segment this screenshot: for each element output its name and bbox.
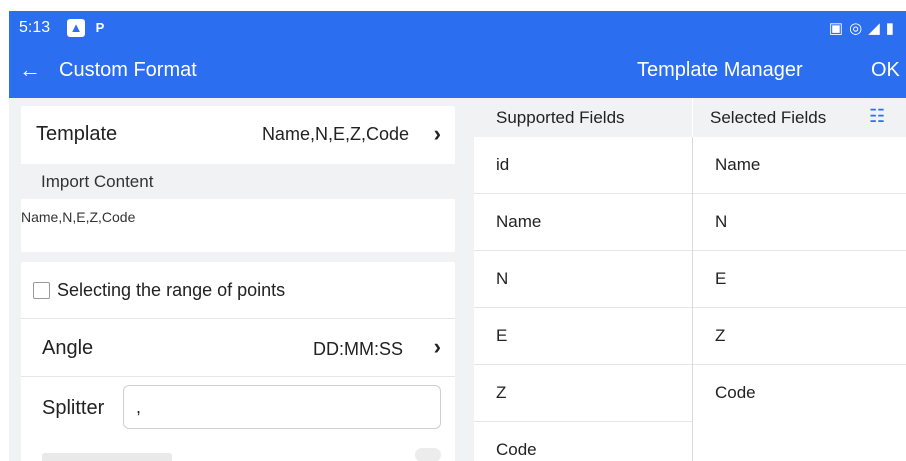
selected-field-label: Name [715,155,761,174]
splitter-input[interactable] [123,385,441,429]
gallery-icon: ▲ [67,19,85,37]
template-value: Name,N,E,Z,Code [261,124,409,144]
selected-field-item[interactable]: Z [693,308,906,365]
supported-field-item[interactable]: E [474,308,692,365]
list-settings-icon[interactable]: ☷ [869,106,885,127]
supported-field-label: Z [496,383,507,402]
chevron-right-icon: › [433,121,441,146]
selected-field-label: Code [715,383,756,402]
supported-field-label: N [496,269,509,288]
supported-field-item[interactable]: Name [474,194,692,251]
splitter-label: Splitter [42,397,105,419]
supported-field-label: id [496,155,510,174]
options-card: Selecting the range of points Angle DD:M… [21,262,455,461]
supported-fields-header: Supported Fields [474,98,692,137]
hotspot-icon: ◎ [849,20,869,37]
template-card: Template Name,N,E,Z,Code › Import Conten… [21,106,455,252]
template-manager-button[interactable]: Template Manager [637,59,803,82]
selected-field-item[interactable]: Code [693,365,906,422]
supported-field-label: Name [496,212,542,231]
angle-value: DD:MM:SS [313,339,403,359]
app-bar: ← Custom Format Template Manager OK [9,45,906,98]
supported-fields-title: Supported Fields [496,108,625,127]
battery-icon: ▮ [885,20,900,37]
import-content-label: Import Content [41,172,154,191]
p-badge-icon: P [95,20,105,35]
back-arrow-icon[interactable]: ← [19,59,41,81]
status-time: 5:13 [19,19,51,36]
selected-field-item[interactable]: N [693,194,906,251]
import-content-header: Import Content [21,164,455,199]
supported-field-item[interactable]: id [474,137,692,194]
chevron-right-icon: › [433,334,441,359]
faded-label [42,453,172,461]
selected-field-item[interactable]: Name [693,137,906,194]
supported-field-item[interactable]: Z [474,365,692,422]
status-right-icons: ▣◎◢▮ [829,19,900,37]
angle-row[interactable]: Angle DD:MM:SS › [21,319,455,377]
faded-toggle-icon [415,448,441,461]
page-title: Custom Format [59,59,197,81]
import-content-value: Name,N,E,Z,Code [21,209,136,225]
cast-icon: ▣ [828,20,850,37]
supported-field-item[interactable]: N [474,251,692,308]
range-checkbox-row[interactable]: Selecting the range of points [21,262,455,319]
settings-panel: Template Name,N,E,Z,Code › Import Conten… [9,98,474,461]
selected-fields-title: Selected Fields [710,108,827,127]
selected-field-label: E [715,269,727,288]
angle-label: Angle [42,337,94,359]
ok-button[interactable]: OK [871,59,900,82]
status-bar: 5:13 ▲ P ▣◎◢▮ [9,11,906,45]
signal-icon: ◢ [868,20,886,37]
selected-field-label: Z [715,326,726,345]
fields-panel: Supported Fields Selected Fields ☷ id Na… [474,98,906,461]
range-checkbox[interactable] [33,282,50,299]
supported-field-label: Code [496,440,537,459]
partially-visible-row [21,440,455,461]
range-checkbox-label: Selecting the range of points [57,280,286,300]
app-frame: 5:13 ▲ P ▣◎◢▮ ← Custom Format Template M… [9,11,906,461]
template-label: Template [36,123,118,145]
template-row[interactable]: Template Name,N,E,Z,Code › [21,106,455,162]
splitter-row: Splitter [21,377,455,437]
supported-field-item[interactable]: Code [474,422,692,461]
supported-field-label: E [496,326,508,345]
selected-field-label: N [715,212,728,231]
selected-field-item[interactable]: E [693,251,906,308]
